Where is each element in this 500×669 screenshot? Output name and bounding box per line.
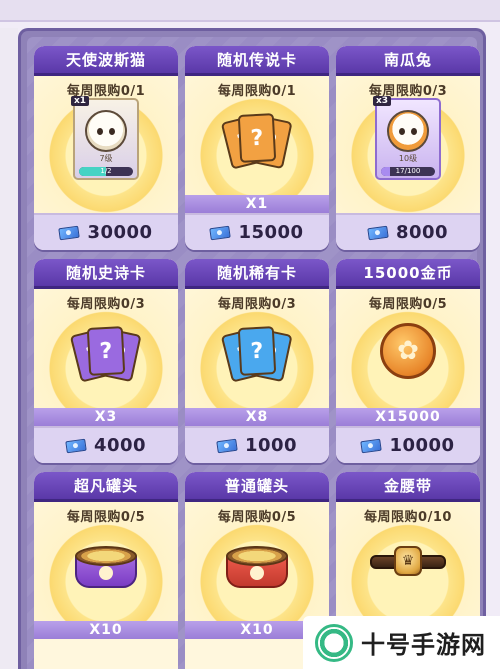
bowl-rim bbox=[226, 546, 288, 566]
price-value: 10000 bbox=[389, 435, 455, 456]
shop-item-card[interactable]: 天使波斯猫 每周限购0/1 x1 7级 1/2 30000 bbox=[34, 46, 178, 250]
item-body: 每周限购0/3 ? ? ? X3 bbox=[34, 289, 178, 426]
price-button[interactable]: 10000 bbox=[336, 426, 480, 463]
hero-card-art: x3 10级 17/100 bbox=[373, 96, 441, 180]
paw-icon bbox=[250, 566, 264, 580]
top-strip bbox=[0, 0, 500, 22]
price-button[interactable]: 15000 bbox=[185, 213, 329, 250]
purchase-limit: 每周限购0/3 bbox=[368, 84, 448, 99]
purchase-limit: 每周限购0/10 bbox=[364, 510, 452, 525]
hero-level: 10级 bbox=[398, 154, 418, 163]
price-value: 1000 bbox=[244, 435, 298, 456]
shop-item-card[interactable]: 南瓜兔 每周限购0/3 x3 10级 17/100 8000 bbox=[336, 46, 480, 250]
ticket-icon bbox=[216, 438, 238, 453]
shop-item-card[interactable]: 随机史诗卡 每周限购0/3 ? ? ? X3 4000 bbox=[34, 259, 178, 463]
item-name: 15000金币 bbox=[336, 259, 480, 289]
hero-progress-text: 17/100 bbox=[395, 167, 421, 175]
shop-item-card[interactable]: 随机稀有卡 每周限购0/3 ? ? ? X8 1000 bbox=[185, 259, 329, 463]
card-icon: ? bbox=[237, 326, 277, 376]
crown-buckle-icon: ♛ bbox=[394, 546, 422, 576]
item-body: 每周限购0/1 ? ? ? X1 bbox=[185, 76, 329, 213]
item-name: 南瓜兔 bbox=[336, 46, 480, 76]
purchase-limit: 每周限购0/3 bbox=[217, 297, 297, 312]
item-body: 每周限购0/3 x3 10级 17/100 bbox=[336, 76, 480, 213]
price-button[interactable]: 30000 bbox=[34, 213, 178, 250]
pumpkin-rabbit-icon bbox=[387, 110, 429, 152]
item-name: 金腰带 bbox=[336, 472, 480, 502]
hero-progress-bar: 1/2 bbox=[79, 167, 133, 176]
ticket-icon bbox=[360, 438, 383, 453]
purchase-limit: 每周限购0/5 bbox=[217, 510, 297, 525]
item-quantity: X15000 bbox=[336, 408, 480, 426]
item-name: 天使波斯猫 bbox=[34, 46, 178, 76]
watermark-text: 十号手游网 bbox=[361, 631, 486, 659]
purple-can-icon bbox=[73, 538, 139, 594]
ticket-icon bbox=[209, 225, 232, 240]
purchase-limit: 每周限购0/5 bbox=[66, 510, 146, 525]
hero-progress-text: 1/2 bbox=[100, 167, 112, 175]
left-margin bbox=[0, 28, 18, 669]
angel-cat-icon bbox=[85, 110, 127, 152]
red-bowl-icon bbox=[224, 538, 290, 594]
shop-item-card[interactable]: 15000金币 每周限购0/5 ✿ X15000 10000 bbox=[336, 259, 480, 463]
price-button[interactable]: 4000 bbox=[34, 426, 178, 463]
purchase-limit: 每周限购0/5 bbox=[368, 297, 448, 312]
card-icon: ? bbox=[237, 113, 277, 163]
ticket-icon bbox=[367, 225, 389, 240]
item-body: 每周限购0/3 ? ? ? X8 bbox=[185, 289, 329, 426]
item-name: 随机稀有卡 bbox=[185, 259, 329, 289]
price-value: 4000 bbox=[93, 435, 147, 456]
site-watermark: 十号手游网 bbox=[303, 616, 500, 669]
gold-belt-icon: ♛ bbox=[370, 546, 446, 576]
count-badge: x1 bbox=[71, 96, 90, 106]
item-name: 随机传说卡 bbox=[185, 46, 329, 76]
purchase-limit: 每周限购0/1 bbox=[217, 84, 297, 99]
hero-progress-bar: 17/100 bbox=[381, 167, 435, 176]
item-quantity: X3 bbox=[34, 408, 178, 426]
ticket-icon bbox=[58, 225, 81, 240]
ticket-icon bbox=[65, 438, 87, 453]
item-body: 每周限购0/5 X10 bbox=[34, 502, 178, 639]
item-quantity: X8 bbox=[185, 408, 329, 426]
watermark-logo-icon bbox=[315, 623, 353, 662]
item-body: 每周限购0/1 x1 7级 1/2 bbox=[34, 76, 178, 213]
paw-coin-icon: ✿ bbox=[380, 323, 436, 379]
purchase-limit: 每周限购0/3 bbox=[66, 297, 146, 312]
purchase-limit: 每周限购0/1 bbox=[66, 84, 146, 99]
price-button[interactable]: 1000 bbox=[185, 426, 329, 463]
can-rim bbox=[75, 546, 137, 566]
card-icon: ? bbox=[86, 326, 126, 376]
price-button[interactable]: 8000 bbox=[336, 213, 480, 250]
item-name: 普通罐头 bbox=[185, 472, 329, 502]
rare-card-stack-icon: ? ? ? bbox=[220, 319, 293, 389]
epic-card-stack-icon: ? ? ? bbox=[69, 319, 142, 389]
legend-card-stack-icon: ? ? ? bbox=[220, 106, 293, 176]
shop-item-card[interactable]: 随机传说卡 每周限购0/1 ? ? ? X1 15000 bbox=[185, 46, 329, 250]
item-name: 超凡罐头 bbox=[34, 472, 178, 502]
item-quantity: X1 bbox=[185, 195, 329, 213]
item-quantity: X10 bbox=[34, 621, 178, 639]
shop-item-card[interactable]: 超凡罐头 每周限购0/5 X10 bbox=[34, 472, 178, 669]
paw-icon bbox=[99, 566, 113, 580]
item-name: 随机史诗卡 bbox=[34, 259, 178, 289]
count-badge: x3 bbox=[373, 96, 392, 106]
item-body: 每周限购0/5 ✿ X15000 bbox=[336, 289, 480, 426]
hero-card-art: x1 7级 1/2 bbox=[71, 96, 139, 180]
price-value: 8000 bbox=[395, 222, 449, 243]
price-value: 15000 bbox=[238, 222, 304, 243]
price-value: 30000 bbox=[87, 222, 153, 243]
hero-level: 7级 bbox=[99, 154, 113, 163]
